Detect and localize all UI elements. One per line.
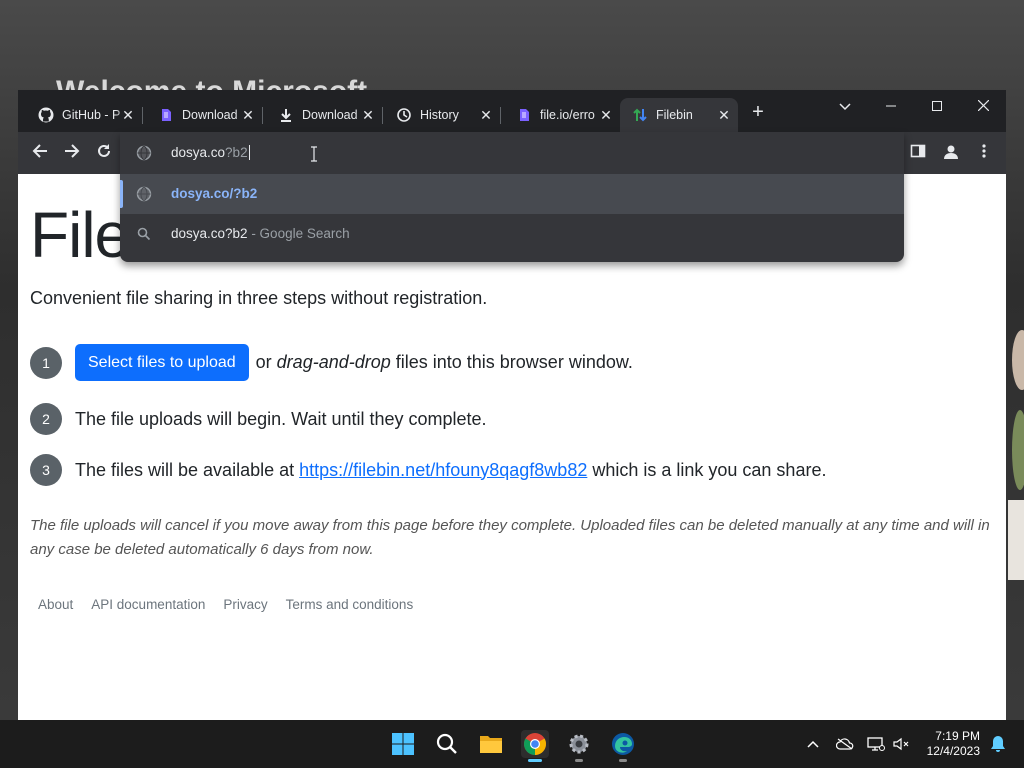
tab-separator (142, 107, 143, 124)
step-1: 1 Select files to upload or drag-and-dro… (30, 344, 633, 381)
history-icon (396, 107, 412, 123)
onedrive-cloud-icon[interactable] (835, 734, 855, 754)
minimize-button[interactable] (876, 96, 906, 116)
omnibox-suggestion-search[interactable]: dosya.co?b2 - Google Search (120, 214, 904, 254)
step-text: files into this browser window. (390, 352, 633, 372)
globe-icon (136, 145, 152, 166)
new-tab-button[interactable]: + (750, 102, 766, 122)
taskbar: 7:19 PM 12/4/2023 (0, 720, 1024, 768)
volume-muted-icon[interactable] (892, 734, 912, 754)
step-number: 1 (30, 346, 62, 379)
tab-separator (500, 107, 501, 124)
close-tab-icon[interactable]: ✕ (360, 107, 376, 123)
page-lead: Convenient file sharing in three steps w… (30, 288, 488, 308)
tab-download-2[interactable]: Download ✕ (266, 98, 383, 132)
download-icon (278, 107, 294, 123)
chevron-down-icon[interactable] (830, 96, 860, 116)
search-icon[interactable] (433, 730, 461, 758)
close-tab-icon[interactable]: ✕ (240, 107, 256, 123)
side-panel-icon[interactable] (910, 143, 930, 163)
running-indicator (619, 759, 627, 762)
step-emphasis: drag-and-drop (276, 352, 391, 372)
tab-separator (262, 107, 263, 124)
profile-icon[interactable] (942, 143, 962, 163)
suggestion-text: dosya.co/?b2 (171, 186, 258, 201)
bin-link[interactable]: https://filebin.net/hfouny8qagf8wb82 (299, 460, 587, 481)
footer-links: About API documentation Privacy Terms an… (38, 597, 413, 612)
suggestion-source: - Google Search (247, 226, 350, 241)
select-files-button[interactable]: Select files to upload (75, 344, 249, 381)
footer-link-terms[interactable]: Terms and conditions (286, 597, 414, 612)
search-icon (136, 226, 152, 242)
address-typed-text: dosya.co (171, 145, 226, 160)
tab-label: Filebin (656, 108, 693, 122)
notification-bell-icon[interactable] (988, 734, 1008, 754)
tab-download-1[interactable]: Download ✕ (146, 98, 263, 132)
close-tab-icon[interactable]: ✕ (120, 107, 136, 123)
footer-link-privacy[interactable]: Privacy (223, 597, 267, 612)
step-text: or (255, 352, 277, 372)
clock-date: 12/4/2023 (926, 744, 980, 758)
menu-kebab-icon[interactable] (976, 143, 996, 163)
omnibox-suggestion-url[interactable]: dosya.co/?b2 (120, 174, 904, 214)
network-icon[interactable] (866, 734, 886, 754)
footer-link-api-docs[interactable]: API documentation (91, 597, 205, 612)
back-button[interactable] (29, 142, 51, 164)
suggestion-text: dosya.co?b2 - Google Search (171, 226, 350, 241)
text-caret (248, 145, 250, 160)
file-explorer-icon[interactable] (477, 730, 505, 758)
edge-icon[interactable] (609, 730, 637, 762)
running-indicator (575, 759, 583, 762)
omnibox-dropdown: dosya.co?b2 dosya.co/?b2 dosya.co?b2 - G… (120, 132, 904, 262)
purple-app-icon (516, 107, 532, 123)
forward-button[interactable] (61, 142, 83, 164)
maximize-button[interactable] (922, 96, 952, 116)
github-icon (38, 107, 54, 123)
footer-link-about[interactable]: About (38, 597, 73, 612)
windows-start-icon[interactable] (389, 730, 417, 758)
close-tab-icon[interactable]: ✕ (478, 107, 494, 123)
tab-file-io[interactable]: file.io/erro ✕ (504, 98, 620, 132)
active-indicator (528, 759, 542, 762)
step-text: which is a link you can share. (587, 459, 827, 480)
system-clock[interactable]: 7:19 PM 12/4/2023 (927, 729, 980, 759)
browser-window: GitHub - P ✕ Download ✕ Download ✕ Histo… (18, 90, 1006, 720)
selection-indicator (120, 180, 123, 208)
tab-strip: GitHub - P ✕ Download ✕ Download ✕ Histo… (18, 90, 1006, 132)
chevron-up-icon[interactable] (803, 734, 823, 754)
step-number: 3 (30, 454, 62, 486)
suggestion-query: dosya.co?b2 (171, 226, 248, 241)
background-window-title: Welcome to Microsoft (56, 75, 368, 92)
purple-app-icon (158, 107, 174, 123)
upload-note: The file uploads will cancel if you move… (30, 517, 990, 558)
settings-gear-icon[interactable] (565, 730, 593, 762)
close-tab-icon[interactable]: ✕ (598, 107, 614, 123)
step-2: 2 The file uploads will begin. Wait unti… (30, 403, 487, 435)
step-text: The file uploads will begin. Wait until … (75, 408, 487, 429)
globe-icon (136, 186, 152, 202)
reload-button[interactable] (93, 142, 115, 164)
ibeam-cursor-icon (311, 146, 317, 162)
step-text: The files will be available at (75, 459, 300, 480)
tab-history[interactable]: History ✕ (384, 98, 501, 132)
chrome-icon[interactable] (521, 730, 549, 762)
address-bar[interactable]: dosya.co?b2 (120, 132, 904, 174)
step-3: 3 The files will be available at https:/… (30, 454, 826, 486)
address-autocomplete-text: ?b2 (225, 145, 248, 160)
tab-github[interactable]: GitHub - P ✕ (26, 98, 143, 132)
close-window-button[interactable] (968, 96, 998, 116)
tab-separator (382, 107, 383, 124)
close-tab-icon[interactable]: ✕ (716, 107, 732, 123)
filebin-icon (632, 107, 648, 123)
step-number: 2 (30, 403, 62, 435)
clock-time: 7:19 PM (935, 729, 980, 743)
address-text[interactable]: dosya.co?b2 (171, 145, 250, 160)
tab-filebin[interactable]: Filebin ✕ (620, 98, 738, 132)
